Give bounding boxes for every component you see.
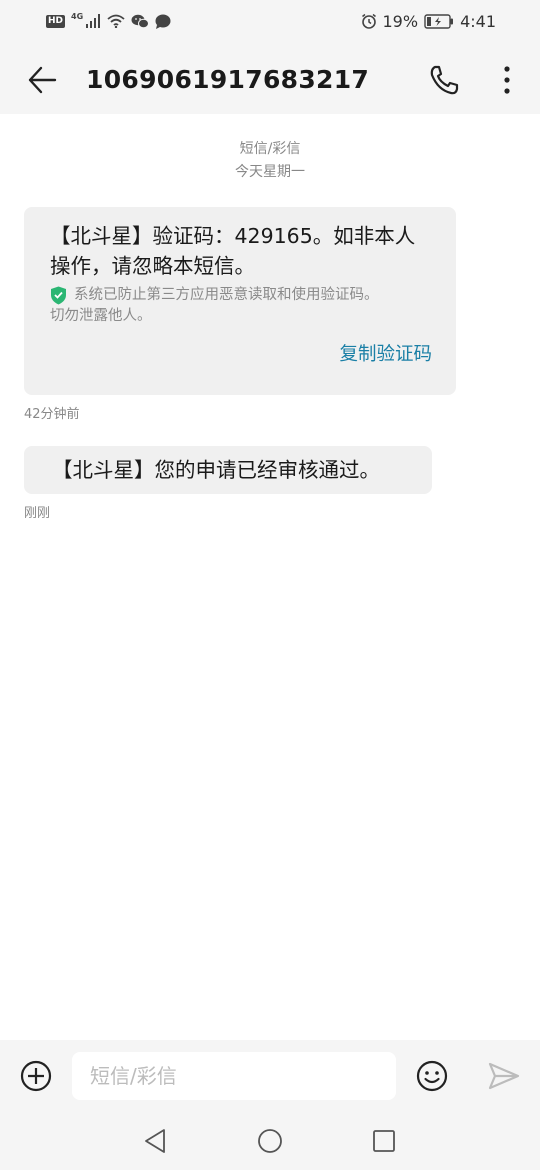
nav-home-button[interactable] <box>255 1126 285 1156</box>
message-text: 【北斗星】您的申请已经审核通过。 <box>52 458 380 482</box>
call-button[interactable] <box>424 60 464 100</box>
copy-code-button[interactable]: 复制验证码 <box>339 341 432 369</box>
status-right: 19% 4:41 <box>361 11 496 31</box>
nav-recent-icon <box>373 1130 395 1152</box>
more-vertical-icon <box>504 66 510 94</box>
shield-icon <box>50 286 67 312</box>
nav-recent-button[interactable] <box>369 1126 399 1156</box>
security-note-line2: 切勿泄露他人。 <box>50 308 152 324</box>
status-time: 4:41 <box>460 11 496 31</box>
back-arrow-icon <box>28 66 57 94</box>
security-note: 系统已防止第三方应用恶意读取和使用验证码。 切勿泄露他人。 <box>50 285 434 327</box>
send-icon <box>488 1062 520 1090</box>
add-circle-icon <box>20 1060 52 1092</box>
message-text: 【北斗星】验证码：429165。如非本人操作，请忽略本短信。 <box>50 224 416 278</box>
phone-icon <box>430 65 459 95</box>
send-button[interactable] <box>486 1058 522 1094</box>
message-bubble[interactable]: 【北斗星】验证码：429165。如非本人操作，请忽略本短信。 系统已防止第三方应… <box>24 207 456 395</box>
battery-percent: 19% <box>382 11 419 31</box>
nav-back-icon <box>145 1129 165 1153</box>
composer-bar <box>0 1040 540 1170</box>
signal-icon <box>85 14 101 28</box>
nav-home-icon <box>258 1129 282 1153</box>
back-button[interactable] <box>24 62 60 98</box>
contact-number: 1069061917683217 <box>86 65 370 94</box>
status-left: HD 4G <box>46 11 171 29</box>
title-bar: 1069061917683217 <box>0 42 540 114</box>
message-type-label: 短信/彩信 <box>239 141 301 157</box>
nav-back-button[interactable] <box>140 1126 170 1156</box>
wechat-icon <box>131 14 150 29</box>
wifi-icon <box>107 14 125 28</box>
message-timestamp: 刚刚 <box>24 506 51 521</box>
hd-icon: HD <box>46 14 66 28</box>
message-bubble[interactable]: 【北斗星】您的申请已经审核通过。 <box>24 446 432 494</box>
date-label: 今天星期一 <box>235 164 305 180</box>
more-options-button[interactable] <box>492 60 522 100</box>
emoji-button[interactable] <box>414 1058 450 1094</box>
conversation-header: 短信/彩信 今天星期一 <box>0 138 540 184</box>
alarm-icon <box>361 13 377 29</box>
emoji-icon <box>416 1060 448 1092</box>
battery-charging-icon <box>424 13 454 29</box>
security-note-line1: 系统已防止第三方应用恶意读取和使用验证码。 <box>74 287 379 303</box>
add-attachment-button[interactable] <box>18 1058 54 1094</box>
message-timestamp: 42分钟前 <box>24 407 80 422</box>
status-bar: HD 4G 19% 4:41 <box>0 0 540 42</box>
network-type-label: 4G <box>71 11 84 21</box>
message-icon <box>155 14 171 29</box>
message-input[interactable] <box>72 1052 396 1100</box>
